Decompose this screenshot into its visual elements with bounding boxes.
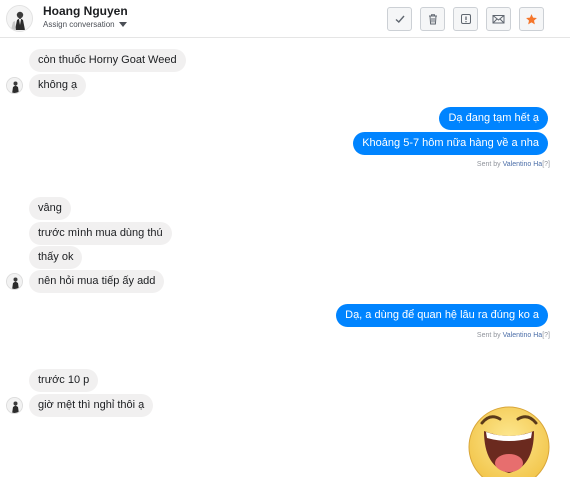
check-icon <box>394 13 406 25</box>
laughing-emoji-sticker <box>468 395 550 488</box>
sent-by-prefix: Sent by <box>476 161 501 168</box>
mark-unread-button[interactable] <box>486 7 511 31</box>
mark-spam-button[interactable] <box>453 7 478 31</box>
sent-by-prefix: Sent by <box>476 332 501 339</box>
sent-by-label: Sent by Valentino Ha[?] <box>477 161 550 168</box>
outgoing-message: Khoảng 5-7 hôm nữa hàng về a nha <box>353 132 548 155</box>
trash-icon <box>427 13 439 25</box>
assign-label: Assign conversation <box>43 20 115 29</box>
contact-avatar-small <box>6 273 23 290</box>
incoming-message: không ạ <box>29 74 87 97</box>
contact-avatar[interactable] <box>6 5 33 32</box>
incoming-message: trước mình mua dùng thú <box>29 222 172 245</box>
contact-name[interactable]: Hoang Nguyen <box>43 4 128 18</box>
sent-by-label: Sent by Valentino Ha[?] <box>477 332 550 339</box>
sent-by-help[interactable]: [?] <box>542 332 550 339</box>
star-icon <box>525 13 538 26</box>
incoming-message: trước 10 p <box>29 369 99 392</box>
incoming-message: còn thuốc Horny Goat Weed <box>29 49 186 72</box>
contact-avatar-small <box>6 77 23 94</box>
mark-done-button[interactable] <box>387 7 412 31</box>
alert-icon <box>460 13 472 25</box>
delete-button[interactable] <box>420 7 445 31</box>
sent-by-help[interactable]: [?] <box>542 161 550 168</box>
outgoing-message: Dạ, a dùng để quan hệ lâu ra đúng ko a <box>336 304 548 327</box>
sent-by-agent[interactable]: Valentino Ha <box>503 332 543 339</box>
conversation-header: Hoang Nguyen Assign conversation <box>0 0 570 38</box>
caret-down-icon <box>118 22 127 27</box>
incoming-message: giờ mệt thì nghỉ thôi ạ <box>29 394 154 417</box>
assign-conversation-dropdown[interactable]: Assign conversation <box>43 20 127 29</box>
star-button[interactable] <box>519 7 544 31</box>
incoming-message: thấy ok <box>29 246 83 269</box>
contact-avatar-small <box>6 397 23 414</box>
sent-by-agent[interactable]: Valentino Ha <box>503 161 543 168</box>
incoming-message: nên hỏi mua tiếp ấy add <box>29 270 165 293</box>
outgoing-message: Dạ đang tạm hết ạ <box>439 107 548 130</box>
envelope-icon <box>492 13 505 25</box>
incoming-message: vâng <box>29 197 71 220</box>
